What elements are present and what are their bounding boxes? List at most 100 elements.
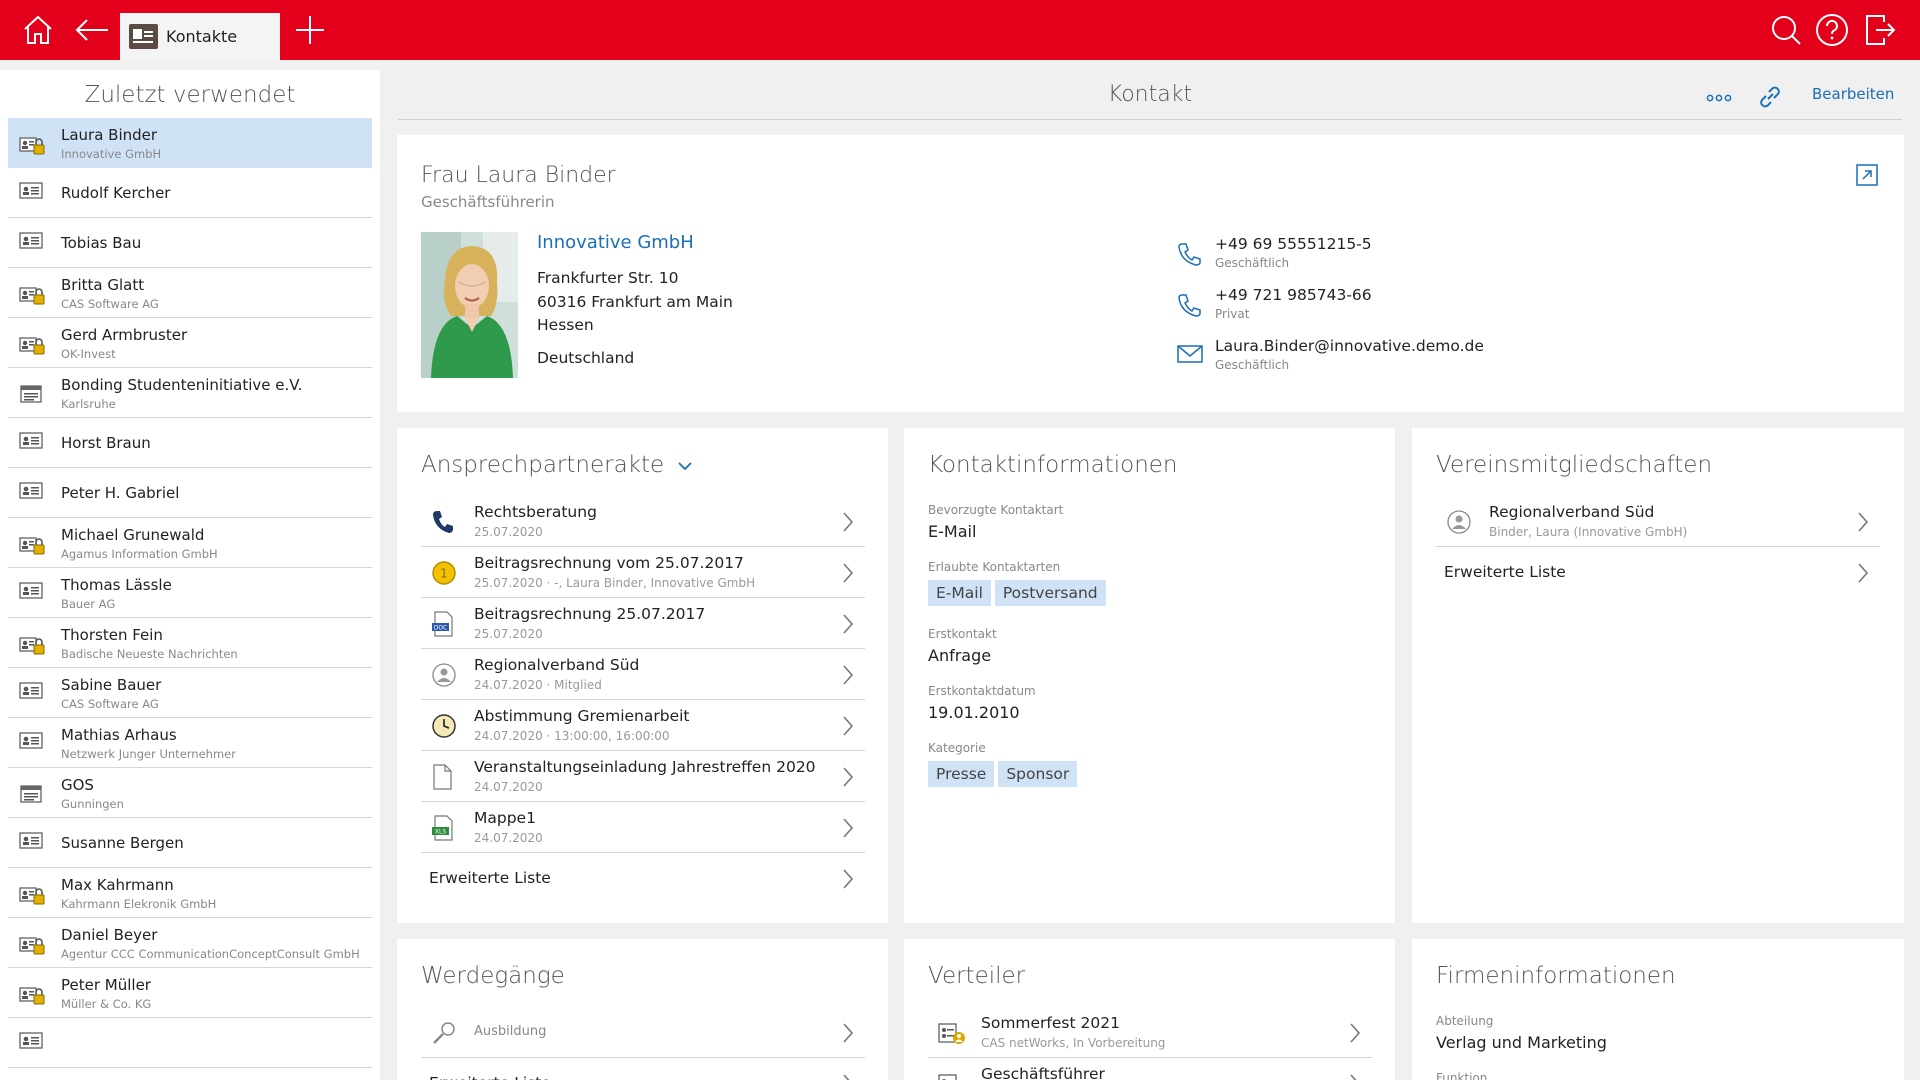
link-button[interactable] — [1756, 83, 1784, 111]
phone-business[interactable]: +49 69 55551215-5 Geschäftlich — [1177, 235, 1677, 275]
list-row[interactable]: Geschäftsführer — [928, 1058, 1372, 1080]
contact-subtitle: Agentur CCC CommunicationConceptConsult … — [61, 947, 360, 961]
list-row[interactable]: Regionalverband Süd 24.07.2020 · Mitglied — [421, 649, 865, 700]
phone-value: +49 721 985743-66 — [1215, 286, 1372, 304]
contact-list-item[interactable]: Mathias Arhaus Netzwerk Junger Unternehme… — [8, 718, 372, 768]
contact-list-item[interactable]: Thorsten Fein Badische Neueste Nachrichte… — [8, 618, 372, 668]
person-lock-icon — [19, 882, 45, 910]
contact-list-item[interactable]: Bonding Studenteninitiative e.V. Karlsruh… — [8, 368, 372, 418]
contact-name: GOS — [61, 776, 94, 794]
back-button[interactable] — [68, 0, 116, 60]
contact-list-item[interactable]: Tobias Bau — [8, 218, 372, 268]
card-title[interactable]: Ansprechpartnerakte — [421, 452, 693, 478]
list-row[interactable]: Sommerfest 2021 CAS netWorks, In Vorberei… — [928, 1007, 1372, 1058]
contact-list-item[interactable]: Daniel Beyer Agentur CCC CommunicationCon… — [8, 918, 372, 968]
phone-icon — [1177, 241, 1203, 271]
contact-list-item[interactable] — [8, 1018, 372, 1068]
verteiler-card: Verteiler Sommerfest 2021 CAS netWorks, I… — [904, 939, 1395, 1080]
department-label: Abteilung — [1436, 1014, 1494, 1028]
chevron-right-icon — [841, 817, 855, 843]
list-row[interactable]: Veranstaltungseinladung Jahrestreffen 20… — [421, 751, 865, 802]
edit-button[interactable]: Bearbeiten — [1812, 85, 1894, 103]
contact-name: Gerd Armbruster — [61, 326, 188, 344]
contact-list-item[interactable]: Thomas Lässle Bauer AG — [8, 568, 372, 618]
logout-button[interactable] — [1860, 0, 1900, 60]
phone-call-icon — [431, 509, 455, 539]
contact-list-item[interactable]: Michael Grunewald Agamus Information GmbH — [8, 518, 372, 568]
contact-card-icon — [19, 432, 43, 454]
contact-card-icon — [19, 182, 43, 204]
more-button[interactable] — [1706, 88, 1732, 108]
list-row[interactable]: 1 Beitragsrechnung vom 25.07.2017 25.07.20… — [421, 547, 865, 598]
contact-name: Daniel Beyer — [61, 926, 158, 944]
phone-label: Geschäftlich — [1215, 256, 1290, 270]
vereinsmitgliedschaften-card: Vereinsmitgliedschaften Regionalverband … — [1412, 428, 1904, 923]
extended-list-link[interactable]: Erweiterte Liste — [421, 1058, 865, 1080]
list-row[interactable]: Rechtsberatung 25.07.2020 — [421, 496, 865, 547]
address-state: Hessen — [537, 316, 594, 334]
list-row[interactable]: XLS Mappe1 24.07.2020 — [421, 802, 865, 853]
list-row[interactable]: Abstimmung Gremienarbeit 24.07.2020 · 13:… — [421, 700, 865, 751]
clock-icon — [431, 713, 457, 743]
home-icon — [24, 15, 52, 44]
contact-name: Tobias Bau — [61, 234, 142, 252]
link-icon — [1760, 86, 1780, 108]
contact-list-item[interactable]: Rudolf Kercher — [8, 168, 372, 218]
contact-name: Peter Müller — [61, 976, 151, 994]
blank-file-icon — [431, 764, 453, 794]
contact-card-icon — [19, 732, 43, 754]
person-lock-icon — [19, 932, 45, 960]
phone-icon — [1177, 292, 1203, 322]
help-button[interactable] — [1812, 0, 1852, 60]
chevron-right-icon — [841, 766, 855, 792]
extended-list-link[interactable]: Erweiterte Liste — [1436, 547, 1880, 598]
row-title: Rechtsberatung — [474, 503, 597, 521]
contact-list-item[interactable]: Max Kahrmann Kahrmann Elekronik GmbH — [8, 868, 372, 918]
list-row[interactable]: Ausbildung — [421, 1007, 865, 1058]
contact-list-item[interactable]: GOS Gunningen — [8, 768, 372, 818]
company-icon — [19, 782, 43, 810]
contact-name: Horst Braun — [61, 434, 151, 452]
email-business[interactable]: Laura.Binder@innovative.demo.de Geschäft… — [1177, 337, 1677, 377]
open-external-button[interactable] — [1855, 163, 1879, 187]
row-subtitle: 25.07.2020 — [474, 627, 543, 641]
contact-subtitle: Gunningen — [61, 797, 124, 811]
contact-list-item[interactable]: Peter Müller Müller & Co. KG — [8, 968, 372, 1018]
contact-subtitle: Badische Neueste Nachrichten — [61, 647, 238, 661]
company-link[interactable]: Innovative GmbH — [537, 232, 694, 253]
open-external-icon — [1856, 164, 1878, 186]
list-row[interactable]: Regionalverband Süd Binder, Laura (Innova… — [1436, 496, 1880, 547]
phone-label: Privat — [1215, 307, 1250, 321]
row-title: Beitragsrechnung vom 25.07.2017 — [474, 554, 744, 572]
home-button[interactable] — [16, 0, 60, 60]
first-contact-date-value: 19.01.2010 — [928, 703, 1020, 722]
person-lock-icon — [19, 332, 45, 360]
chevron-right-icon — [841, 1073, 855, 1080]
contact-name: Mathias Arhaus — [61, 726, 177, 744]
contact-list-item[interactable]: Sabine Bauer CAS Software AG — [8, 668, 372, 718]
contact-list-item[interactable]: Gerd Armbruster OK-Invest — [8, 318, 372, 368]
tab-kontakte[interactable]: Kontakte — [120, 13, 280, 60]
contact-name: Bonding Studenteninitiative e.V. — [61, 376, 303, 394]
contact-card-icon — [19, 1032, 43, 1054]
contact-list-item[interactable]: Horst Braun — [8, 418, 372, 468]
search-button[interactable] — [1766, 0, 1806, 60]
row-title: Regionalverband Süd — [1489, 503, 1655, 521]
contact-list-item[interactable]: Laura Binder Innovative GmbH — [8, 118, 372, 168]
phone-private[interactable]: +49 721 985743-66 Privat — [1177, 286, 1677, 326]
person-name: Frau Laura Binder — [421, 163, 616, 188]
list-row[interactable]: DOC Beitragsrechnung 25.07.2017 25.07.2020 — [421, 598, 865, 649]
row-title: Veranstaltungseinladung Jahrestreffen 20… — [474, 758, 816, 776]
contact-name: Susanne Bergen — [61, 834, 184, 852]
contact-list-item[interactable]: Peter H. Gabriel — [8, 468, 372, 518]
chevron-down-icon — [678, 462, 693, 471]
row-subtitle: 24.07.2020 · Mitglied — [474, 678, 602, 692]
row-title: Geschäftsführer — [981, 1065, 1105, 1080]
contact-list-item[interactable]: Susanne Bergen — [8, 818, 372, 868]
chevron-right-icon — [841, 613, 855, 639]
contact-subtitle: Innovative GmbH — [61, 147, 162, 161]
contact-list-item[interactable]: Britta Glatt CAS Software AG — [8, 268, 372, 318]
first-contact-label: Erstkontakt — [928, 627, 997, 641]
add-tab-button[interactable] — [290, 0, 330, 60]
extended-list-link[interactable]: Erweiterte Liste — [421, 853, 865, 904]
